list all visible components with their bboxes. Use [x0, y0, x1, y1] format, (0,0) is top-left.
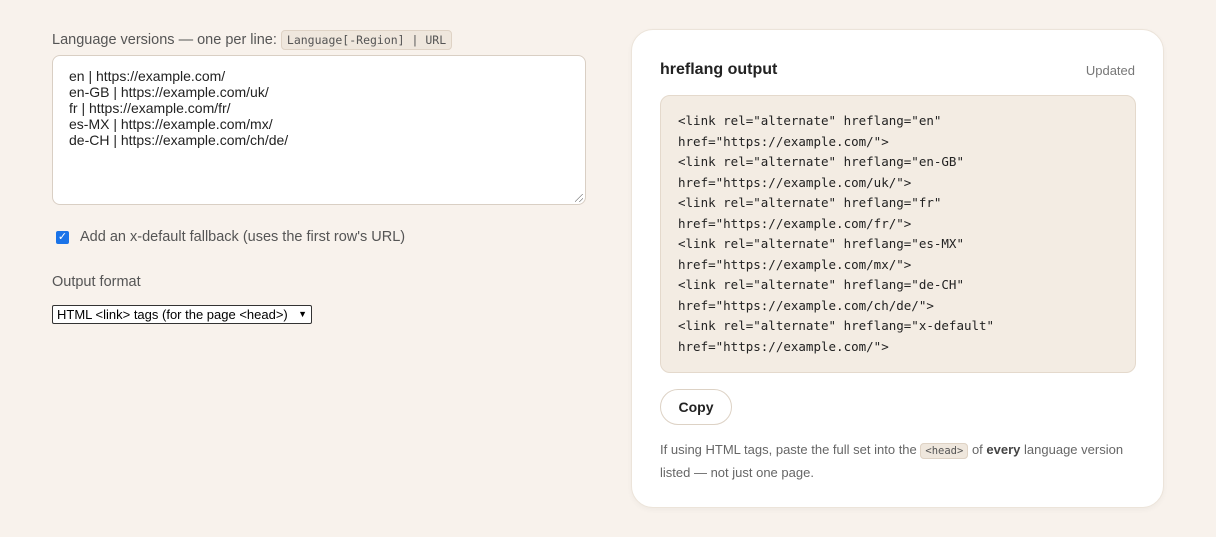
xdefault-label: Add an x-default fallback (uses the firs…: [80, 229, 406, 245]
output-format-select[interactable]: HTML <link> tags (for the page <head>) ▼: [52, 305, 312, 324]
usage-note: If using HTML tags, paste the full set i…: [660, 439, 1130, 483]
output-title: hreflang output: [660, 61, 778, 78]
textarea-resize-handle[interactable]: [575, 194, 583, 202]
xdefault-checkbox[interactable]: ✓: [56, 230, 69, 244]
output-card: hreflang output Updated <link rel="alter…: [631, 29, 1164, 508]
note-emphasis: every: [986, 442, 1021, 457]
output-format-selected: HTML <link> tags (for the page <head>): [57, 307, 288, 322]
language-versions-label-text: Language versions — one per line:: [52, 32, 277, 48]
copy-button[interactable]: Copy: [660, 389, 732, 425]
status-badge: Updated: [1085, 63, 1135, 78]
chevron-down-icon: ▼: [298, 309, 307, 319]
hreflang-code-output: <link rel="alternate" hreflang="en" href…: [660, 95, 1136, 373]
head-tag-chip: <head>: [920, 443, 969, 459]
output-format-label: Output format: [52, 274, 141, 290]
xdefault-option[interactable]: ✓ Add an x-default fallback (uses the fi…: [56, 229, 405, 245]
note-text-start: If using HTML tags, paste the full set i…: [660, 442, 917, 457]
input-panel: Language versions — one per line: Langua…: [52, 30, 586, 324]
checkmark-icon: ✓: [57, 230, 68, 243]
language-versions-textarea[interactable]: en | https://example.com/ en-GB | https:…: [52, 55, 586, 205]
format-hint-chip: Language[-Region] | URL: [280, 30, 453, 50]
language-versions-label: Language versions — one per line: Langua…: [52, 30, 586, 50]
note-text-of: of: [971, 442, 983, 457]
